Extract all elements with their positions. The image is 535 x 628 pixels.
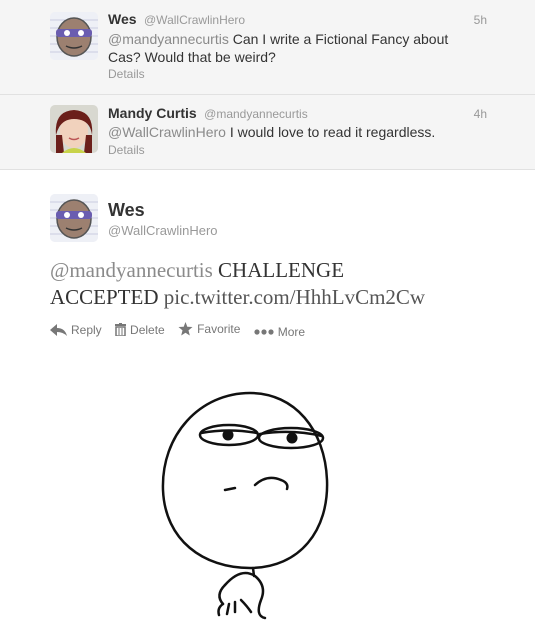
- tweet-text: @WallCrawlinHero I would love to read it…: [108, 123, 478, 141]
- main-avatar[interactable]: [50, 194, 98, 242]
- favorite-button[interactable]: Favorite: [178, 322, 240, 336]
- reply-label: Reply: [71, 323, 102, 337]
- timestamp[interactable]: 5h: [474, 13, 487, 27]
- main-user-handle[interactable]: @WallCrawlinHero: [108, 223, 218, 238]
- tweet-text-line1: Can I write a Fictional Fancy about: [228, 31, 449, 47]
- user-handle[interactable]: @mandyannecurtis: [204, 107, 308, 121]
- challenge-accepted-meme-image[interactable]: [155, 380, 345, 620]
- tweet-item[interactable]: Wes @WallCrawlinHero 5h @mandyannecurtis…: [0, 0, 535, 95]
- details-link[interactable]: Details: [108, 67, 145, 81]
- tweet-text-line2: Cas? Would that be weird?: [108, 49, 276, 65]
- main-tweet-text: @mandyannecurtis CHALLENGE ACCEPTED pic.…: [50, 257, 520, 311]
- main-text-line2: ACCEPTED: [50, 285, 164, 309]
- details-link[interactable]: Details: [108, 143, 145, 157]
- tweet-text-line1: I would love to read it regardless.: [225, 124, 436, 140]
- trash-icon: [115, 323, 127, 336]
- reply-arrow-icon: [50, 324, 67, 336]
- more-button[interactable]: More: [254, 325, 305, 339]
- ellipsis-icon: [254, 329, 274, 335]
- mention-link[interactable]: @WallCrawlinHero: [108, 124, 226, 140]
- user-name[interactable]: Mandy Curtis: [108, 105, 197, 121]
- user-handle[interactable]: @WallCrawlinHero: [144, 13, 245, 27]
- more-label: More: [277, 325, 306, 339]
- favorite-label: Favorite: [197, 322, 241, 336]
- tweet-text: @mandyannecurtis Can I write a Fictional…: [108, 30, 478, 66]
- delete-label: Delete: [130, 322, 165, 337]
- user-name[interactable]: Wes: [108, 11, 137, 27]
- star-icon: [178, 322, 193, 336]
- mention-link[interactable]: @mandyannecurtis: [108, 31, 229, 47]
- delete-button[interactable]: Delete: [115, 323, 165, 337]
- tweet-header: Wes @WallCrawlinHero: [108, 11, 245, 29]
- timestamp[interactable]: 4h: [474, 107, 487, 121]
- pic-link[interactable]: pic.twitter.com/HhhLvCm2Cw: [164, 285, 425, 309]
- reply-button[interactable]: Reply: [50, 323, 102, 337]
- avatar[interactable]: [50, 12, 98, 60]
- main-text-line1: CHALLENGE: [212, 258, 345, 282]
- tweet-item[interactable]: Mandy Curtis @mandyannecurtis 4h @WallCr…: [0, 95, 535, 170]
- avatar[interactable]: [50, 105, 98, 153]
- tweet-header: Mandy Curtis @mandyannecurtis: [108, 105, 308, 123]
- mention-link[interactable]: @mandyannecurtis: [50, 258, 213, 282]
- tweet-actions: Reply Delete Favorite More: [50, 322, 315, 339]
- main-user-name[interactable]: Wes: [108, 200, 145, 221]
